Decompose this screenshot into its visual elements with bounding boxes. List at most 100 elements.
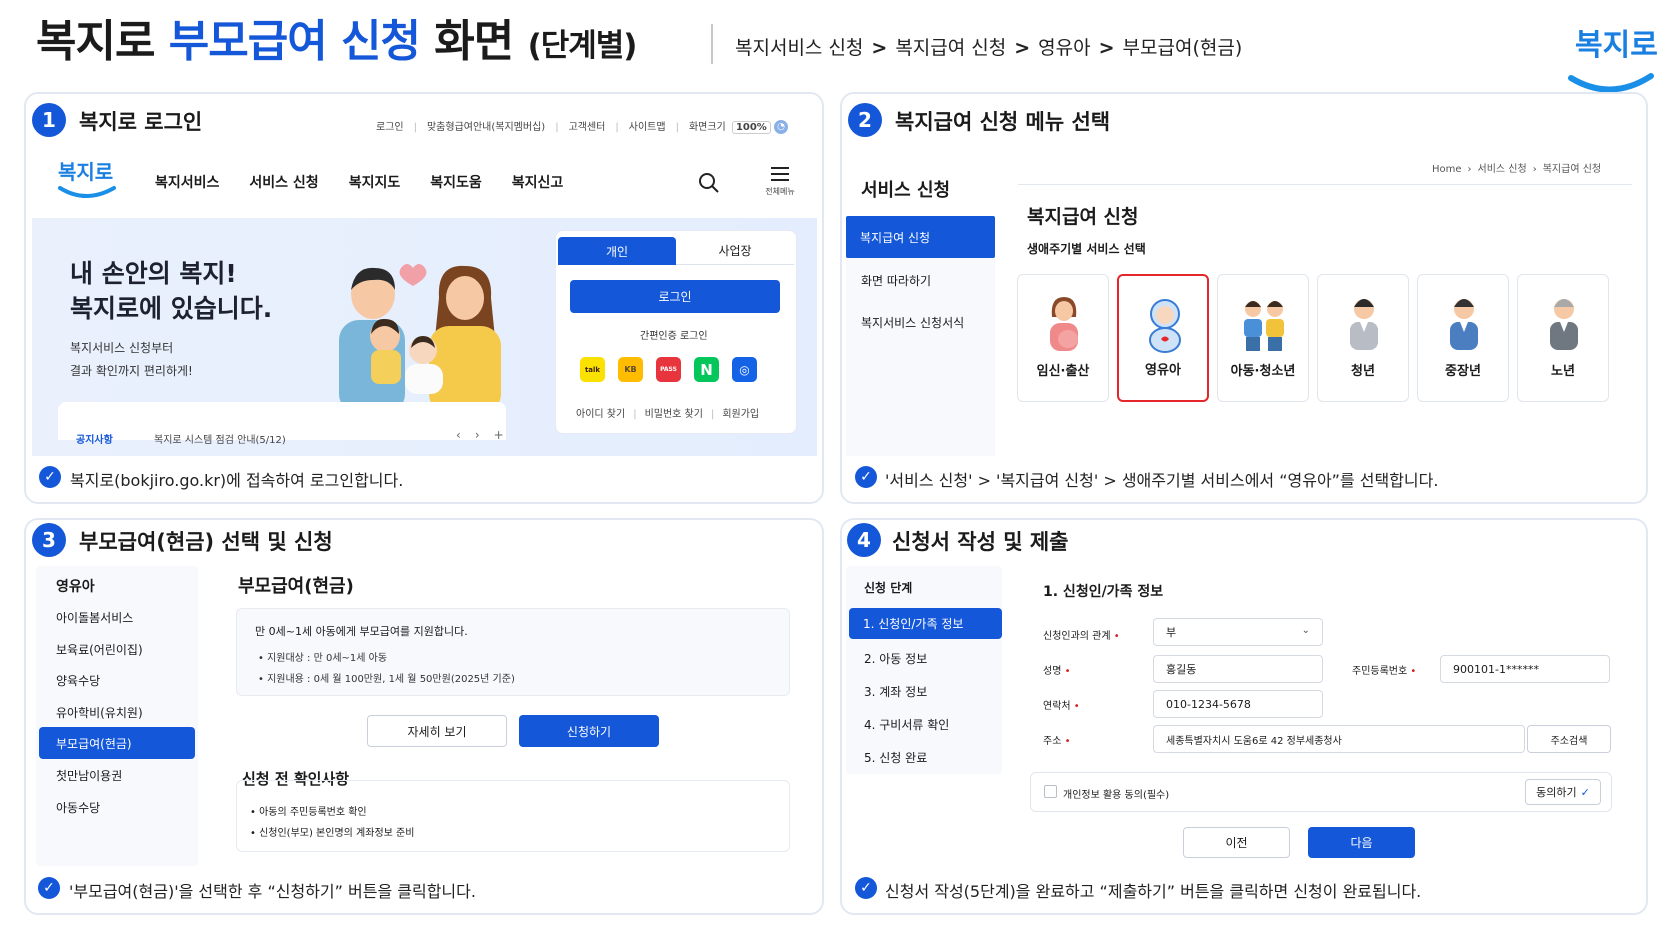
agree-button[interactable]: 동의하기 ✓ [1525,779,1601,805]
nav-welfare-service[interactable]: 복지서비스 [155,175,219,191]
side-item-kindergarten-fee[interactable]: 유아학비(유치원) [56,704,143,721]
step2-title: 복지급여 신청 메뉴 선택 [895,110,1111,134]
login-links: 아이디 찾기 | 비밀번호 찾기 | 회원가입 [576,409,760,420]
kb-login-icon[interactable]: KB [618,357,643,382]
step-item-documents[interactable]: 4. 구비서류 확인 [864,716,949,733]
side-item-parent-benefit[interactable]: 부모급여(현금) [39,727,195,759]
side-item-parenting-allowance[interactable]: 양육수당 [56,672,100,689]
nav-service-apply[interactable]: 서비스 신청 [249,175,318,191]
relation-select[interactable]: 부 ⌄ [1153,618,1323,646]
side-item-childcare-service[interactable]: 아이돌봄서비스 [56,609,133,626]
step2-caption: '서비스 신청' > '복지급여 신청' > 생애주기별 서비스에서 “영유아”… [885,471,1439,490]
topbar-login-link[interactable]: 로그인 [376,122,404,133]
step1-check-icon: ✓ [39,466,61,488]
lifecycle-card-middle-age[interactable]: 중장년 [1417,274,1509,402]
find-id-link[interactable]: 아이디 찾기 [576,409,625,420]
side-item-child-allowance[interactable]: 아동수당 [56,799,100,816]
step3-number: 3 [32,523,66,557]
next-button[interactable]: 다음 [1308,827,1415,858]
search-icon[interactable] [698,172,720,194]
bokjiro-logo: 복지로 [1565,14,1658,94]
notice-more-icon[interactable]: + [494,428,504,442]
benefit-content: • 지원내용 : 0세 월 100만원, 1세 월 50만원(2025년 기준) [258,674,515,685]
nav-welfare-map[interactable]: 복지지도 [349,175,401,191]
pass-login-icon[interactable]: PASS [656,357,681,382]
chevron-down-icon: ⌄ [1301,625,1310,636]
step-item-account-info[interactable]: 3. 계좌 정보 [864,683,927,700]
tab-personal[interactable]: 개인 [558,237,676,265]
easy-login-label: 간편인증 로그인 [640,331,708,342]
step4-title: 신청서 작성 및 제출 [892,530,1069,554]
side-item-forms[interactable]: 복지서비스 신청서식 [861,314,964,331]
topbar-zoom-label: 화면크기 [688,122,726,133]
easy-login-icons: talk KB PASS N ◎ [580,357,757,382]
topbar-sitemap-link[interactable]: 사이트맵 [629,122,666,133]
kakao-login-icon[interactable]: talk [580,357,605,382]
lifecycle-card-young-adult[interactable]: 청년 [1317,274,1409,402]
step4-number: 4 [847,523,881,557]
infant-side-title: 영유아 [56,579,95,595]
lifecycle-card-senior[interactable]: 노년 [1517,274,1609,402]
phone-label: 연락처 • [1043,701,1080,712]
tab-business[interactable]: 사업장 [676,237,794,265]
zoom-reset-icon[interactable]: ◔ [774,120,789,134]
parent-benefit-heading: 부모급여(현금) [238,576,354,597]
apply-steps-title: 신청 단계 [864,581,913,595]
name-label: 성명 • [1043,666,1071,677]
topbar-membership-link[interactable]: 맞춤형급여안내(복지멤버십) [427,122,545,133]
step1-caption: 복지로(bokjiro.go.kr)에 접속하여 로그인합니다. [70,471,404,490]
name-field[interactable]: 홍길동 [1153,655,1323,683]
naver-login-icon[interactable]: N [694,357,719,382]
notice-text[interactable]: 복지로 시스템 점검 안내(5/12) [154,431,286,446]
lifecycle-card-child-youth[interactable]: 아동·청소년 [1217,274,1309,402]
hero-subtext: 복지서비스 신청부터 결과 확인까지 편리하게! [70,341,193,378]
find-password-link[interactable]: 비밀번호 찾기 [645,409,703,420]
step2-check-icon: ✓ [855,466,877,488]
agree-checkbox[interactable] [1044,785,1057,798]
nav-welfare-report[interactable]: 복지신고 [512,175,564,191]
address-label: 주소 • [1043,736,1071,747]
senior-icon [1550,299,1578,350]
step-item-applicant-info[interactable]: 1. 신청인/가족 정보 [849,608,1002,639]
side-item-first-meeting-voucher[interactable]: 첫만남이용권 [56,767,122,784]
applicant-info-heading: 1. 신청인/가족 정보 [1043,584,1164,600]
address-search-button[interactable]: 주소검색 [1527,725,1611,753]
step1-number: 1 [32,103,66,137]
step4-check-icon: ✓ [855,877,877,899]
welfare-apply-heading: 복지급여 신청 [1027,206,1139,228]
step3-check-icon: ✓ [38,877,60,899]
site-logo[interactable]: 복지로 [56,154,118,204]
notice-label: 공지사항 [76,435,113,446]
signup-link[interactable]: 회원가입 [722,409,759,420]
page-title: 복지로 부모급여 신청 화면 (단계별) [36,16,637,67]
young-adult-icon [1350,299,1378,350]
topbar-support-link[interactable]: 고객센터 [569,122,606,133]
notice-controls: ‹ › + [456,428,504,442]
lifecycle-card-infant[interactable]: 영유아 [1117,274,1209,402]
prev-button[interactable]: 이전 [1183,827,1290,858]
notice-prev-icon[interactable]: ‹ [456,428,461,442]
all-menu-button[interactable]: 전체메뉴 [760,166,800,197]
side-item-tutorial[interactable]: 화면 따라하기 [861,272,931,289]
step3-caption: '부모급여(현금)'을 선택한 후 “신청하기” 버튼을 클릭합니다. [69,882,476,901]
address-field[interactable]: 세종특별자치시 도움6로 42 정부세종청사 [1153,725,1525,753]
side-item-daycare-fee[interactable]: 보육료(어린이집) [56,641,143,658]
pre-check-item: • 아동의 주민등록번호 확인 [250,807,367,818]
zoom-level[interactable]: 100% [731,121,771,134]
phone-field[interactable]: 010-1234-5678 [1153,690,1323,718]
nav-welfare-help[interactable]: 복지도움 [430,175,482,191]
step4-caption: 신청서 작성(5단계)을 완료하고 “제출하기” 버튼을 클릭하면 신청이 완료… [885,882,1422,901]
detail-view-button[interactable]: 자세히 보기 [367,715,507,747]
step-item-complete[interactable]: 5. 신청 완료 [864,749,927,766]
side-item-welfare-apply[interactable]: 복지급여 신청 [846,216,995,258]
notice-next-icon[interactable]: › [475,428,480,442]
agree-text: 개인정보 활용 동의(필수) [1063,790,1170,801]
apply-button[interactable]: 신청하기 [519,715,659,747]
step-item-child-info[interactable]: 2. 아동 정보 [864,650,927,667]
lifecycle-card-pregnancy[interactable]: 임신·출산 [1017,274,1109,402]
login-button[interactable]: 로그인 [570,280,780,313]
benefit-info-main: 만 0세~1세 아동에게 부모급여를 지원합니다. [255,625,468,638]
other-cert-login-icon[interactable]: ◎ [732,357,757,382]
rrn-field[interactable]: 900101-1****** [1440,655,1610,683]
step2-divider [1018,184,1632,185]
